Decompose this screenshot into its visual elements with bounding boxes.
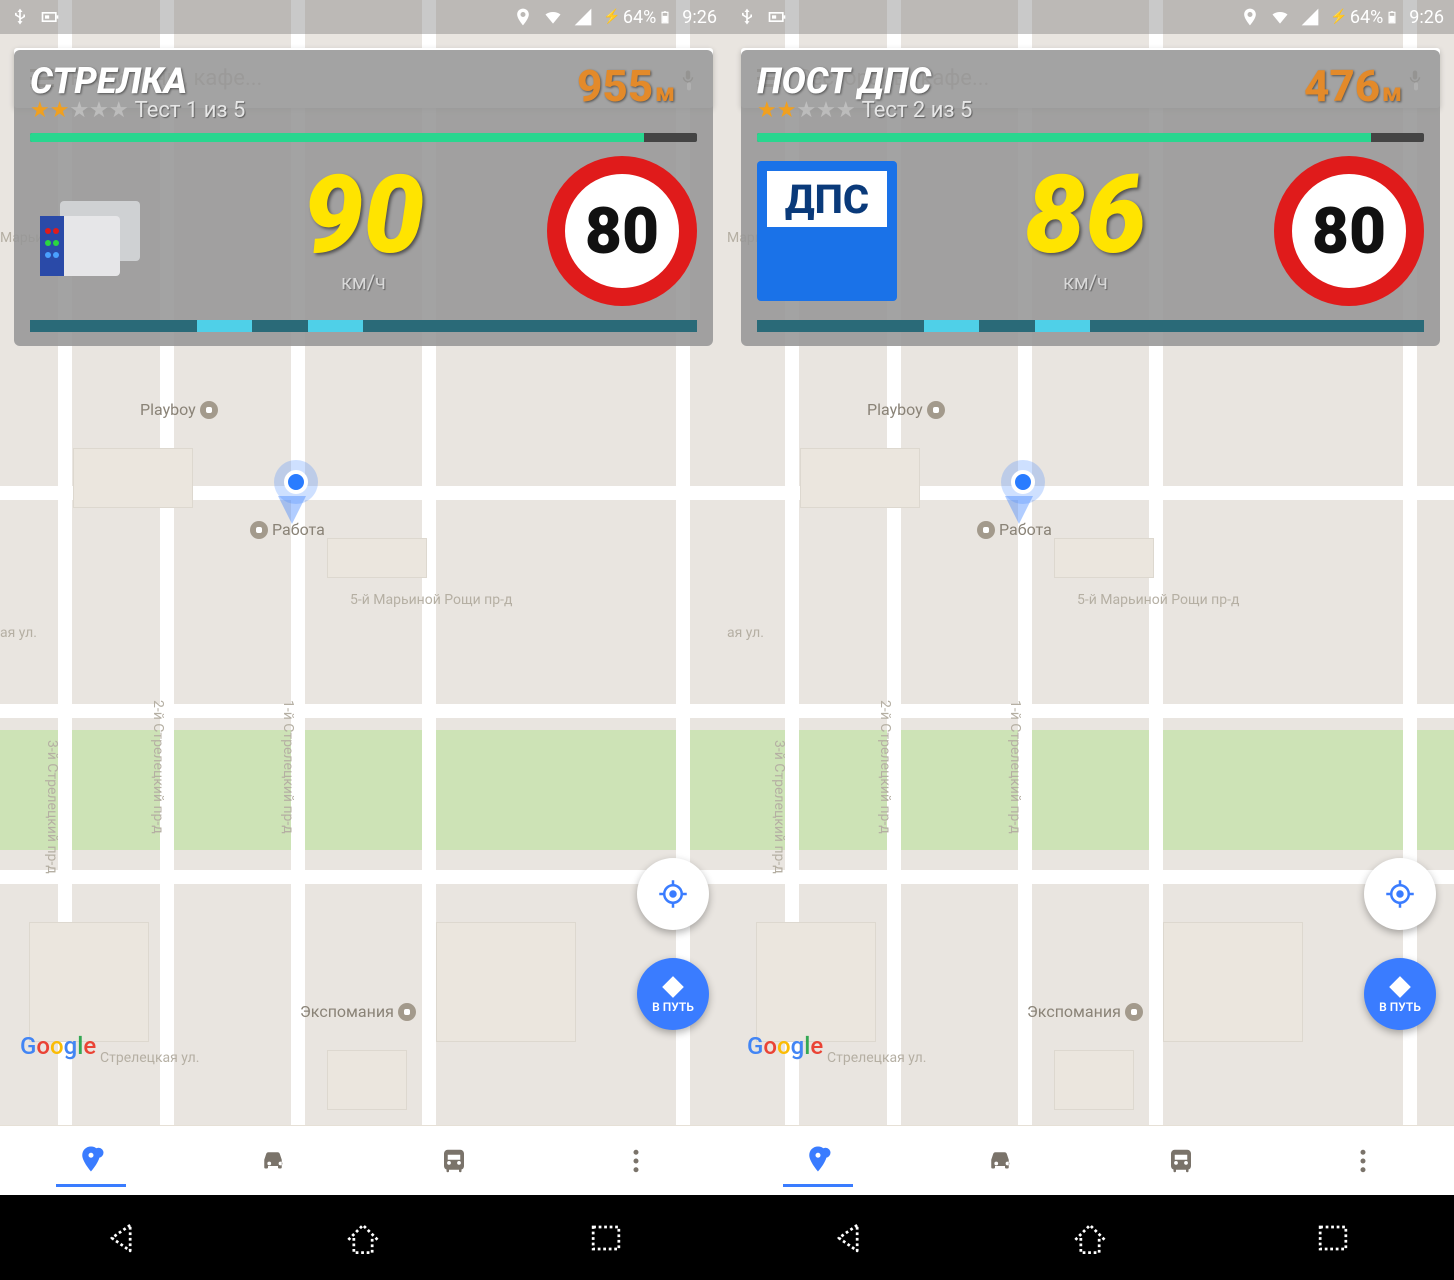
battery-saver-icon [40, 7, 60, 27]
rating-stars: ★★★★★ [30, 98, 129, 123]
battery-percent: 64% [623, 7, 656, 28]
wifi-icon [543, 7, 563, 27]
phone-screen-right: Playboy Работа Экспомания 5-й Марьиной Р… [727, 0, 1454, 1280]
section-progress-bar [30, 320, 697, 332]
crosshair-icon [1385, 879, 1415, 909]
system-nav-bar [727, 1195, 1454, 1280]
locate-me-button[interactable] [1364, 858, 1436, 930]
poi-expo[interactable]: Экспомания [1027, 1002, 1143, 1021]
location-icon [1240, 7, 1260, 27]
battery-percent: 64% [1350, 7, 1383, 28]
speed-limit-sign: 80 [547, 156, 697, 306]
signal-icon [573, 7, 593, 27]
speed-camera-icon [30, 171, 180, 291]
dps-sign-icon: ДПС [757, 161, 897, 301]
home-button[interactable] [1068, 1216, 1112, 1260]
street-label: 1-й Стрелецкий пр-д [280, 700, 296, 834]
current-speed: 86 [1025, 168, 1146, 265]
start-route-button[interactable]: В ПУТЬ [1364, 958, 1436, 1030]
radar-warning-card[interactable]: СТРЕЛКА ★★★★★ Тест 1 из 5 955м [14, 50, 713, 346]
street-label: 5-й Марьиной Рощи пр-д [1077, 592, 1239, 608]
speed-unit: км/ч [1063, 270, 1108, 294]
warning-title: ПОСТ ДПС [757, 60, 972, 102]
street-label: ая ул. [0, 625, 37, 641]
battery-icon [658, 7, 672, 27]
user-location-dot [1011, 470, 1035, 494]
speed-unit: км/ч [341, 270, 386, 294]
wifi-icon [1270, 7, 1290, 27]
rating-text: Тест 1 из 5 [135, 98, 246, 123]
crosshair-icon [658, 879, 688, 909]
clock: 9:26 [1409, 7, 1444, 28]
home-button[interactable] [341, 1216, 385, 1260]
battery-icon [1385, 7, 1399, 27]
poi-expo[interactable]: Экспомания [300, 1002, 416, 1021]
distance-value: 476м [1304, 60, 1424, 112]
back-button[interactable] [99, 1216, 143, 1260]
street-label: 3-й Стрелецкий пр-д [771, 740, 787, 874]
street-label: Стрелецкая ул. [827, 1050, 926, 1066]
distance-value: 955м [577, 60, 697, 112]
google-logo: Google [747, 1032, 823, 1060]
directions-icon [660, 974, 686, 1000]
status-bar: ⚡ 64% 9:26 [0, 0, 727, 34]
microphone-icon [681, 77, 697, 101]
street-label: 3-й Стрелецкий пр-д [44, 740, 60, 874]
distance-progress-bar [30, 133, 697, 142]
recent-apps-button[interactable] [584, 1216, 628, 1260]
poi-playboy[interactable]: Playboy [140, 400, 218, 419]
user-direction-arrow [278, 496, 306, 524]
speed-limit-sign: 80 [1274, 156, 1424, 306]
tab-explore[interactable] [56, 1134, 126, 1187]
tab-more[interactable] [601, 1136, 671, 1186]
recent-apps-button[interactable] [1311, 1216, 1355, 1260]
tab-transit[interactable] [1146, 1136, 1216, 1186]
user-direction-arrow [1005, 496, 1033, 524]
microphone-icon [1408, 77, 1424, 101]
status-bar: ⚡ 64% 9:26 [727, 0, 1454, 34]
street-label: 2-й Стрелецкий пр-д [150, 700, 166, 834]
user-location-dot [284, 470, 308, 494]
street-label: 2-й Стрелецкий пр-д [877, 700, 893, 834]
radar-warning-card[interactable]: ПОСТ ДПС ★★★★★ Тест 2 из 5 476м ДПС 86 к… [741, 50, 1440, 346]
rating-stars: ★★★★★ [757, 98, 856, 123]
usb-icon [737, 7, 757, 27]
locate-me-button[interactable] [637, 858, 709, 930]
start-route-button[interactable]: В ПУТЬ [637, 958, 709, 1030]
street-label: 5-й Марьиной Рощи пр-д [350, 592, 512, 608]
street-label: Стрелецкая ул. [100, 1050, 199, 1066]
tab-explore[interactable] [783, 1134, 853, 1187]
section-progress-bar [757, 320, 1424, 332]
signal-icon [1300, 7, 1320, 27]
usb-icon [10, 7, 30, 27]
current-speed: 90 [303, 168, 424, 265]
clock: 9:26 [682, 7, 717, 28]
battery-saver-icon [767, 7, 787, 27]
mode-tab-bar [727, 1125, 1454, 1195]
tab-driving[interactable] [965, 1136, 1035, 1186]
poi-playboy[interactable]: Playboy [867, 400, 945, 419]
directions-icon [1387, 974, 1413, 1000]
back-button[interactable] [826, 1216, 870, 1260]
rating-text: Тест 2 из 5 [862, 98, 973, 123]
phone-screen-left: Playboy Работа Экспомания 5-й Марьиной Р… [0, 0, 727, 1280]
system-nav-bar [0, 1195, 727, 1280]
distance-progress-bar [757, 133, 1424, 142]
location-icon [513, 7, 533, 27]
warning-title: СТРЕЛКА [30, 60, 245, 102]
tab-transit[interactable] [419, 1136, 489, 1186]
tab-more[interactable] [1328, 1136, 1398, 1186]
mode-tab-bar [0, 1125, 727, 1195]
street-label: ая ул. [727, 625, 764, 641]
street-label: 1-й Стрелецкий пр-д [1007, 700, 1023, 834]
tab-driving[interactable] [238, 1136, 308, 1186]
google-logo: Google [20, 1032, 96, 1060]
